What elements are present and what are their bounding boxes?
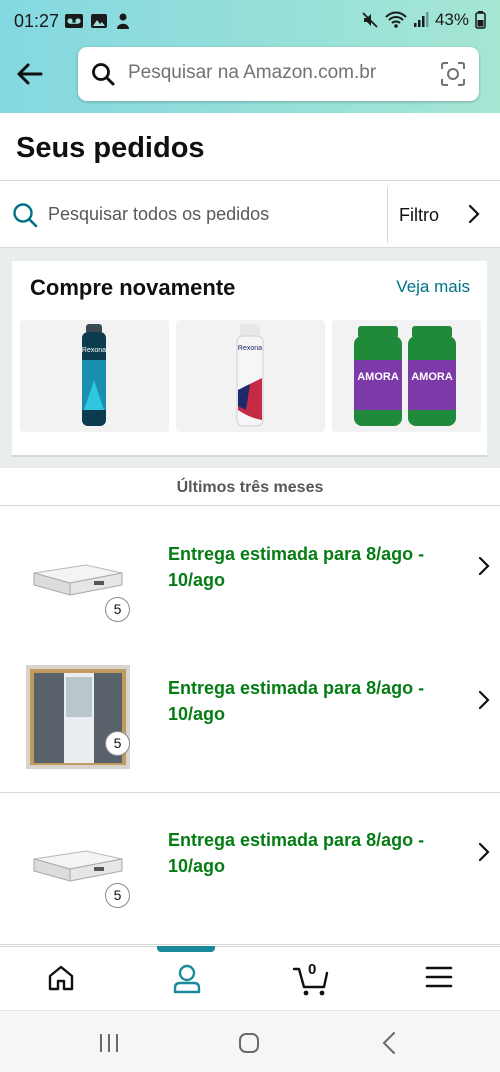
page-title: Seus pedidos	[16, 132, 205, 164]
app-header: 01:27 43% Pesquisar na Amazon.com.br	[0, 0, 500, 113]
account-icon[interactable]	[172, 963, 202, 995]
delivery-status: Entrega estimada para 8/ago - 10/ago	[168, 678, 425, 724]
bottom-nav: 0	[0, 946, 500, 1010]
svg-text:Rexona: Rexona	[82, 347, 106, 354]
buy-again-card: Compre novamente Veja mais Rexona Rexona…	[12, 261, 487, 457]
battery-percent: 43%	[434, 10, 469, 29]
chevron-right-icon	[478, 690, 490, 710]
amazon-search-bar[interactable]: Pesquisar na Amazon.com.br	[78, 47, 479, 101]
section-label: Últimos três meses	[0, 468, 500, 506]
buy-again-item-rexona-women[interactable]: Rexona	[176, 320, 325, 432]
order-row[interactable]: 5 Entrega estimada para 8/ago - 10/ago	[0, 793, 500, 945]
svg-text:AMORA: AMORA	[357, 371, 399, 383]
order-row[interactable]: 5 Entrega estimada para 8/ago - 10/ago	[0, 641, 500, 793]
buy-again-item-rexona-men[interactable]: Rexona	[20, 320, 169, 432]
orders-search-row: Pesquisar todos os pedidos Filtro	[0, 180, 500, 248]
recent-apps-icon[interactable]	[98, 1033, 120, 1053]
camera-scan-icon[interactable]	[439, 60, 467, 88]
chevron-right-icon[interactable]	[466, 203, 482, 225]
filter-button[interactable]: Filtro	[399, 205, 439, 226]
supplement-bottles-image: AMORA AMORA	[354, 326, 456, 426]
cart-count: 0	[308, 961, 317, 978]
system-nav-bar	[0, 1010, 500, 1072]
see-more-link[interactable]: Veja mais	[396, 277, 470, 297]
order-row[interactable]: 5 Entrega estimada para 8/ago - 10/ago	[0, 507, 500, 659]
home-button-icon[interactable]	[238, 1032, 260, 1054]
search-icon	[13, 203, 38, 228]
divider	[387, 187, 388, 243]
delivery-status: Entrega estimada para 8/ago - 10/ago	[168, 544, 425, 590]
mute-icon	[362, 12, 378, 28]
wifi-icon	[385, 11, 407, 28]
back-arrow-icon[interactable]	[14, 58, 46, 90]
status-bar: 01:27 43%	[0, 0, 500, 42]
svg-text:Rexona: Rexona	[238, 345, 262, 352]
buy-again-title: Compre novamente	[30, 275, 236, 300]
search-icon	[92, 63, 115, 86]
menu-icon[interactable]	[425, 963, 453, 991]
gallery-icon	[91, 14, 107, 28]
chevron-right-icon	[478, 842, 490, 862]
android-icon	[117, 13, 129, 29]
buy-again-item-amora-miura[interactable]: AMORA AMORA	[332, 320, 481, 432]
chevron-right-icon	[478, 556, 490, 576]
deodorant-men-image: Rexona	[82, 324, 106, 426]
quantity-badge: 5	[105, 597, 130, 622]
home-icon[interactable]	[47, 963, 75, 993]
quantity-badge: 5	[105, 883, 130, 908]
search-placeholder: Pesquisar na Amazon.com.br	[128, 62, 377, 83]
status-time: 01:27	[14, 11, 60, 31]
signal-icon	[413, 12, 429, 27]
back-button-icon[interactable]	[381, 1031, 397, 1055]
svg-text:AMORA: AMORA	[411, 371, 453, 383]
orders-search-input[interactable]: Pesquisar todos os pedidos	[48, 204, 269, 225]
delivery-status: Entrega estimada para 8/ago - 10/ago	[168, 830, 425, 876]
battery-icon	[475, 11, 486, 29]
voicemail-icon	[65, 14, 83, 28]
deodorant-women-image: Rexona	[236, 324, 264, 427]
active-tab-indicator	[157, 946, 215, 952]
quantity-badge: 5	[105, 731, 130, 756]
